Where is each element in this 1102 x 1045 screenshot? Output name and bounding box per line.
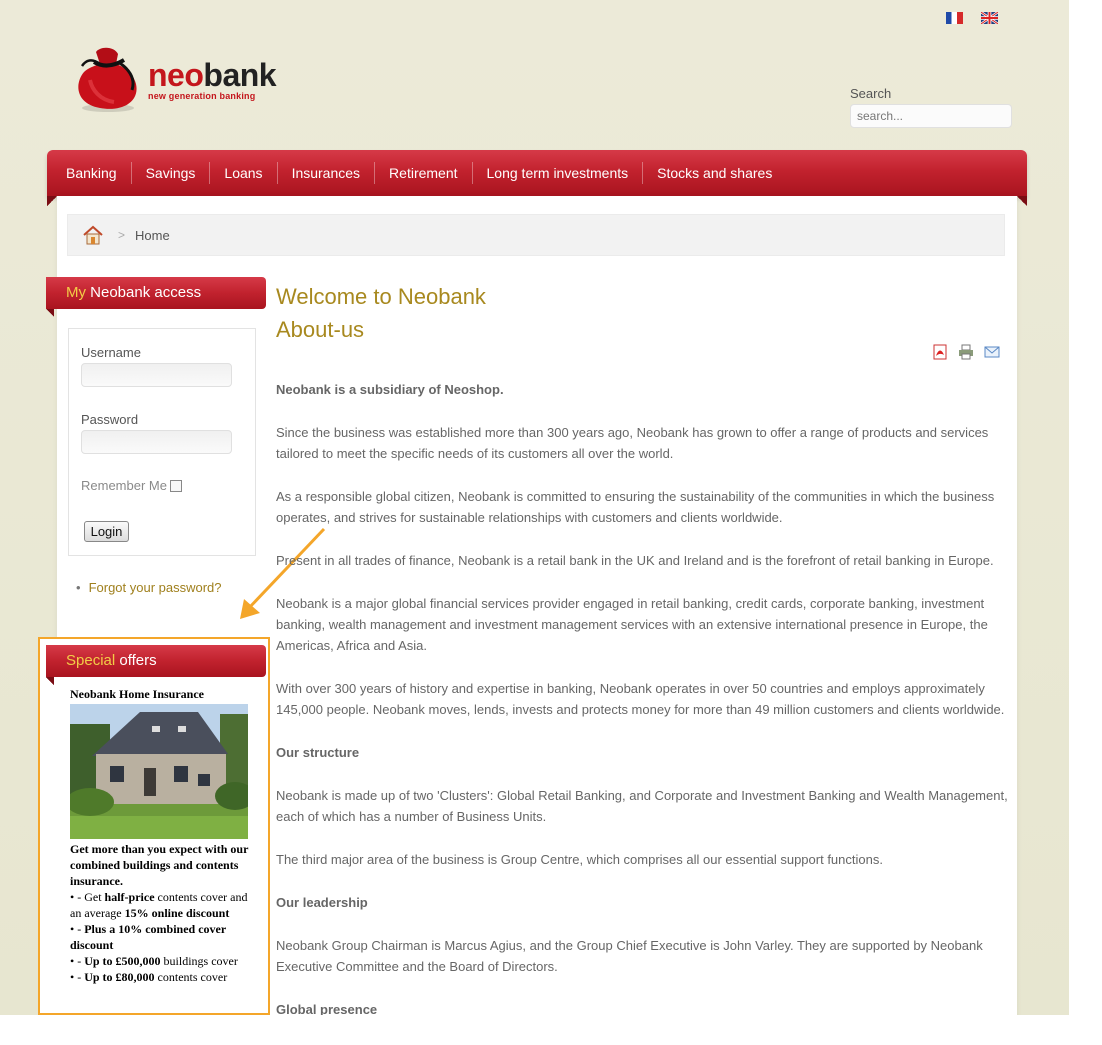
offer-bullet-text: • - Get bbox=[70, 890, 105, 904]
article-paragraph: Neobank is a major global financial serv… bbox=[276, 596, 988, 653]
offer-bullet-text: Up to £80,000 bbox=[84, 970, 155, 984]
breadcrumb: > Home bbox=[67, 214, 1005, 256]
offers-module-title: offers bbox=[115, 652, 157, 669]
uk-flag-icon[interactable] bbox=[981, 12, 998, 24]
login-form: Username Password Remember Me Login bbox=[68, 328, 256, 556]
language-switcher bbox=[946, 12, 998, 24]
nav-item-savings[interactable]: Savings bbox=[132, 162, 211, 184]
offer-bullet-text: • - bbox=[70, 954, 85, 968]
money-bag-icon bbox=[70, 44, 144, 114]
search-label: Search bbox=[850, 86, 892, 101]
nav-item-stocks-and-shares[interactable]: Stocks and shares bbox=[643, 162, 786, 184]
login-module-header: My Neobank access bbox=[46, 277, 266, 317]
home-icon[interactable] bbox=[82, 225, 104, 245]
offer-bullet: • - Up to £80,000 contents cover bbox=[70, 969, 256, 985]
email-icon[interactable] bbox=[984, 344, 1000, 360]
main-navigation: Banking Savings Loans Insurances Retirement L… bbox=[47, 150, 1027, 196]
login-module-title: Neobank access bbox=[86, 284, 202, 301]
search-input[interactable] bbox=[850, 104, 1012, 128]
page-title: Welcome to Neobank bbox=[276, 284, 486, 309]
offer-bullet: • - Up to £500,000 buildings cover bbox=[70, 953, 256, 969]
remember-me-label: Remember Me bbox=[81, 478, 167, 493]
logo-wordmark: neobank bbox=[148, 56, 277, 93]
nav-fold-left bbox=[47, 196, 57, 206]
offers-module-title-highlight: Special bbox=[66, 652, 116, 669]
offers-content: Neobank Home Insurance Get more than you… bbox=[66, 686, 256, 985]
article-paragraph: Neobank Group Chairman is Marcus Agius, … bbox=[276, 938, 983, 974]
logo-bank: bank bbox=[203, 56, 277, 93]
nav-item-loans[interactable]: Loans bbox=[210, 162, 278, 184]
section-heading-global: Global presence bbox=[276, 1002, 378, 1015]
house-photo[interactable] bbox=[66, 704, 255, 839]
print-icon[interactable] bbox=[958, 344, 974, 360]
article-header: Welcome to Neobank About-us bbox=[276, 280, 1011, 346]
remember-me-checkbox[interactable] bbox=[169, 479, 182, 492]
article-tools bbox=[932, 344, 1000, 360]
nav-fold-right bbox=[1017, 196, 1027, 206]
article-paragraph: As a responsible global citizen, Neobank… bbox=[276, 489, 995, 525]
nav-item-banking[interactable]: Banking bbox=[52, 162, 132, 184]
offer-bullet: • - Get half-price contents cover and an… bbox=[70, 889, 256, 921]
offer-bullet-text: Up to £500,000 bbox=[84, 954, 161, 968]
username-field[interactable] bbox=[81, 363, 232, 387]
offer-intro: Get more than you expect with our combin… bbox=[70, 842, 249, 888]
article-paragraph: Neobank is made up of two 'Clusters': Gl… bbox=[276, 788, 1008, 824]
nav-item-long-term-investments[interactable]: Long term investments bbox=[473, 162, 644, 184]
section-heading-structure: Our structure bbox=[276, 745, 360, 760]
article-paragraph: The third major area of the business is … bbox=[276, 852, 883, 867]
breadcrumb-current: Home bbox=[135, 227, 170, 243]
remember-me: Remember Me bbox=[81, 478, 182, 493]
browser-viewport: neobank new generation banking Search Ba… bbox=[0, 0, 1069, 1015]
login-button[interactable]: Login bbox=[84, 521, 129, 542]
password-field[interactable] bbox=[81, 430, 232, 454]
french-flag-icon[interactable] bbox=[946, 12, 963, 24]
section-heading-leadership: Our leadership bbox=[276, 895, 368, 910]
offer-bullet-text: • - bbox=[70, 970, 85, 984]
article-intro: Neobank is a subsidiary of Neoshop. bbox=[276, 382, 504, 397]
offer-bullet-text: contents cover bbox=[154, 970, 228, 984]
nav-item-retirement[interactable]: Retirement bbox=[375, 162, 473, 184]
neobank-logo[interactable]: neobank new generation banking bbox=[70, 44, 277, 114]
password-label: Password bbox=[81, 412, 139, 427]
offer-title: Neobank Home Insurance bbox=[70, 687, 205, 701]
forgot-password-link[interactable]: Forgot your password? bbox=[76, 580, 222, 595]
page-subtitle: About-us bbox=[276, 317, 365, 342]
offer-bullet-text: • - bbox=[70, 922, 85, 936]
username-label: Username bbox=[81, 345, 141, 360]
offer-bullet-text: Plus a 10% combined cover discount bbox=[70, 922, 226, 952]
offer-bullet-text: half-price bbox=[104, 890, 155, 904]
article-paragraph: With over 300 years of history and exper… bbox=[276, 681, 1005, 717]
offer-bullets: • - Get half-price contents cover and an… bbox=[70, 889, 256, 985]
offer-bullet-text: buildings cover bbox=[160, 954, 238, 968]
offer-bullet-text: 15% online discount bbox=[124, 906, 230, 920]
offer-bullet: • - Plus a 10% combined cover discount bbox=[70, 921, 256, 953]
logo-neo: neo bbox=[148, 56, 204, 93]
logo-text: neobank new generation banking bbox=[148, 56, 277, 101]
offers-module-header: Special offers bbox=[46, 645, 266, 685]
article-paragraph: Since the business was established more … bbox=[276, 425, 989, 461]
article-paragraph: Present in all trades of finance, Neoban… bbox=[276, 553, 994, 568]
breadcrumb-separator-icon: > bbox=[118, 228, 126, 242]
login-module-title-highlight: My bbox=[66, 284, 86, 301]
pdf-icon[interactable] bbox=[932, 344, 948, 360]
nav-item-insurances[interactable]: Insurances bbox=[278, 162, 376, 184]
